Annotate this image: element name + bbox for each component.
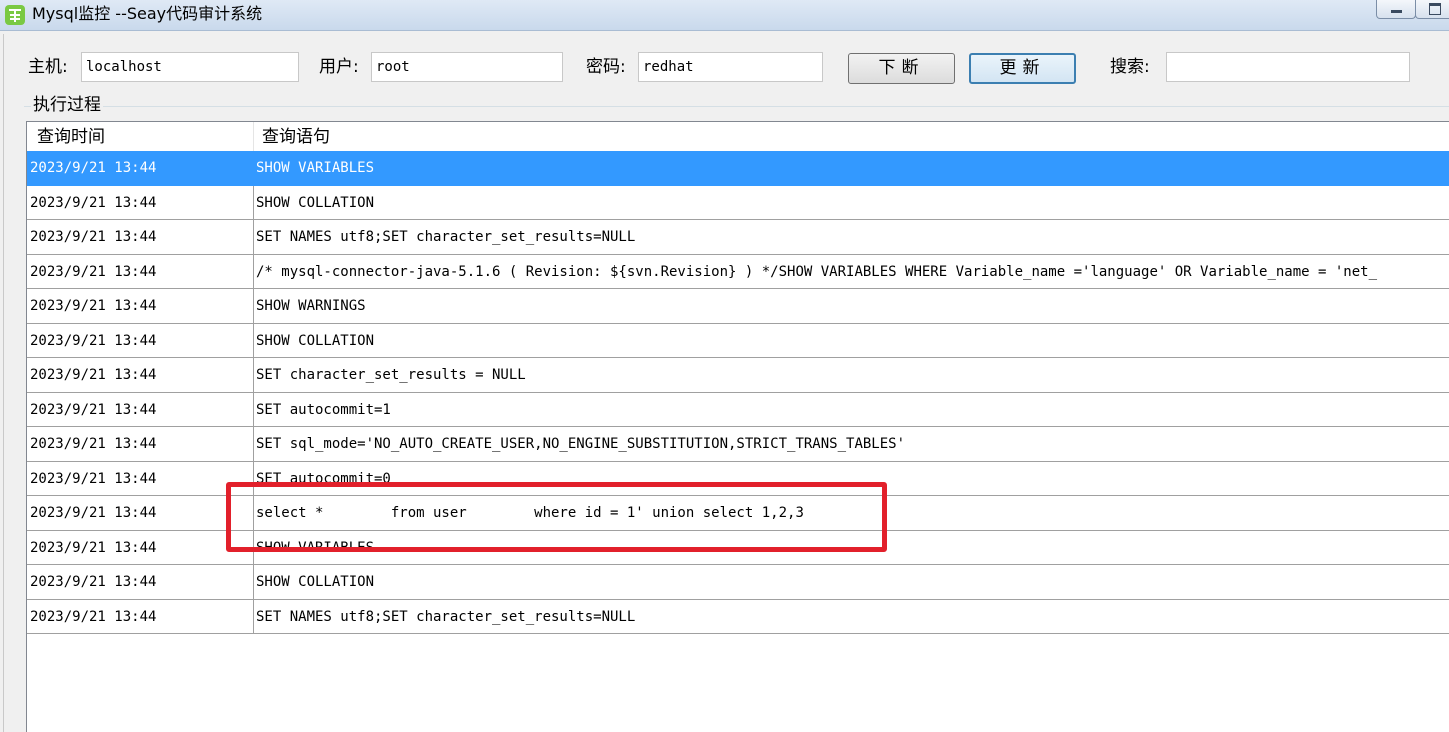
cell-time: 2023/9/21 13:44 — [27, 530, 254, 565]
table-row[interactable]: 2023/9/21 13:44 SET sql_mode='NO_AUTO_CRE… — [27, 427, 1449, 462]
cell-query: select * from user where id = 1' union s… — [254, 496, 1449, 531]
table-row[interactable]: 2023/9/21 13:44 SHOW VARIABLES — [27, 530, 1449, 565]
update-button[interactable]: 更新 — [969, 53, 1076, 84]
user-label: 用户: — [319, 57, 359, 77]
column-header-query[interactable]: 查询语句 — [254, 122, 1449, 151]
table-row[interactable]: 2023/9/21 13:44 SET autocommit=1 — [27, 392, 1449, 427]
cell-time: 2023/9/21 13:44 — [27, 289, 254, 324]
cell-query: SHOW COLLATION — [254, 186, 1449, 220]
cell-query: SET autocommit=0 — [254, 462, 1449, 496]
cell-query: SET NAMES utf8;SET character_set_results… — [254, 600, 1449, 634]
cell-query: /* mysql-connector-java-5.1.6 ( Revision… — [254, 255, 1449, 289]
password-label: 密码: — [586, 57, 626, 77]
host-input[interactable]: localhost — [81, 52, 299, 82]
cell-query: SET character_set_results = NULL — [254, 358, 1449, 393]
cell-time: 2023/9/21 13:44 — [27, 151, 254, 186]
table-row[interactable]: 2023/9/21 13:44 SET NAMES utf8;SET charac… — [27, 599, 1449, 634]
cell-query: SHOW COLLATION — [254, 324, 1449, 358]
cell-time: 2023/9/21 13:44 — [27, 254, 254, 289]
cell-query: SHOW WARNINGS — [254, 289, 1449, 324]
group-border — [24, 106, 1449, 107]
cell-query: SET autocommit=1 — [254, 393, 1449, 427]
query-list[interactable]: 查询时间 查询语句 2023/9/21 13:44 SHOW VARIABLES 2… — [26, 121, 1449, 732]
title-bar: Mysql监控 --Seay代码审计系统 — [0, 0, 1449, 31]
group-title: 执行过程 — [31, 95, 103, 115]
cell-time: 2023/9/21 13:44 — [27, 461, 254, 496]
table-row[interactable]: 2023/9/21 13:44 SHOW COLLATION — [27, 565, 1449, 600]
cell-query: SHOW VARIABLES — [254, 151, 1449, 186]
cell-query: SET NAMES utf8;SET character_set_results… — [254, 220, 1449, 255]
cell-query: SHOW VARIABLES — [254, 531, 1449, 565]
table-row[interactable]: 2023/9/21 13:44 SET autocommit=0 — [27, 461, 1449, 496]
list-header: 查询时间 查询语句 — [27, 122, 1449, 152]
minimize-icon[interactable] — [1376, 0, 1416, 19]
table-row[interactable]: 2023/9/21 13:44 SHOW COLLATION — [27, 323, 1449, 358]
seay-logo-icon — [5, 5, 25, 25]
password-input[interactable]: redhat — [638, 52, 823, 82]
window-title: Mysql监控 --Seay代码审计系统 — [32, 4, 263, 23]
table-row[interactable]: 2023/9/21 13:44/* mysql-connector-java-5… — [27, 254, 1449, 289]
cell-time: 2023/9/21 13:44 — [27, 496, 254, 531]
search-input[interactable] — [1166, 52, 1410, 82]
column-header-time[interactable]: 查询时间 — [27, 122, 254, 151]
cell-time: 2023/9/21 13:44 — [27, 427, 254, 462]
table-row[interactable]: 2023/9/21 13:44 SHOW VARIABLES — [27, 151, 1449, 186]
table-row[interactable]: 2023/9/21 13:44 SET NAMES utf8;SET charac… — [27, 220, 1449, 255]
cell-time: 2023/9/21 13:44 — [27, 323, 254, 358]
maximize-icon[interactable] — [1415, 0, 1449, 19]
cell-time: 2023/9/21 13:44 — [27, 185, 254, 220]
cell-time: 2023/9/21 13:44 — [27, 358, 254, 393]
table-row[interactable]: 2023/9/21 13:44 select * from user where … — [27, 496, 1449, 531]
break-button[interactable]: 下断 — [848, 53, 955, 84]
table-row[interactable]: 2023/9/21 13:44 SHOW COLLATION — [27, 185, 1449, 220]
table-row[interactable]: 2023/9/21 13:44 SHOW WARNINGS — [27, 289, 1449, 324]
cell-time: 2023/9/21 13:44 — [27, 599, 254, 634]
table-row[interactable]: 2023/9/21 13:44 SET character_set_results… — [27, 358, 1449, 393]
user-input[interactable]: root — [371, 52, 563, 82]
cell-query: SHOW COLLATION — [254, 565, 1449, 600]
host-label: 主机: — [28, 57, 68, 77]
cell-query: SET sql_mode='NO_AUTO_CREATE_USER,NO_ENG… — [254, 427, 1449, 462]
cell-time: 2023/9/21 13:44 — [27, 220, 254, 255]
cell-time: 2023/9/21 13:44 — [27, 392, 254, 427]
search-label: 搜索: — [1110, 57, 1150, 77]
cell-time: 2023/9/21 13:44 — [27, 565, 254, 600]
